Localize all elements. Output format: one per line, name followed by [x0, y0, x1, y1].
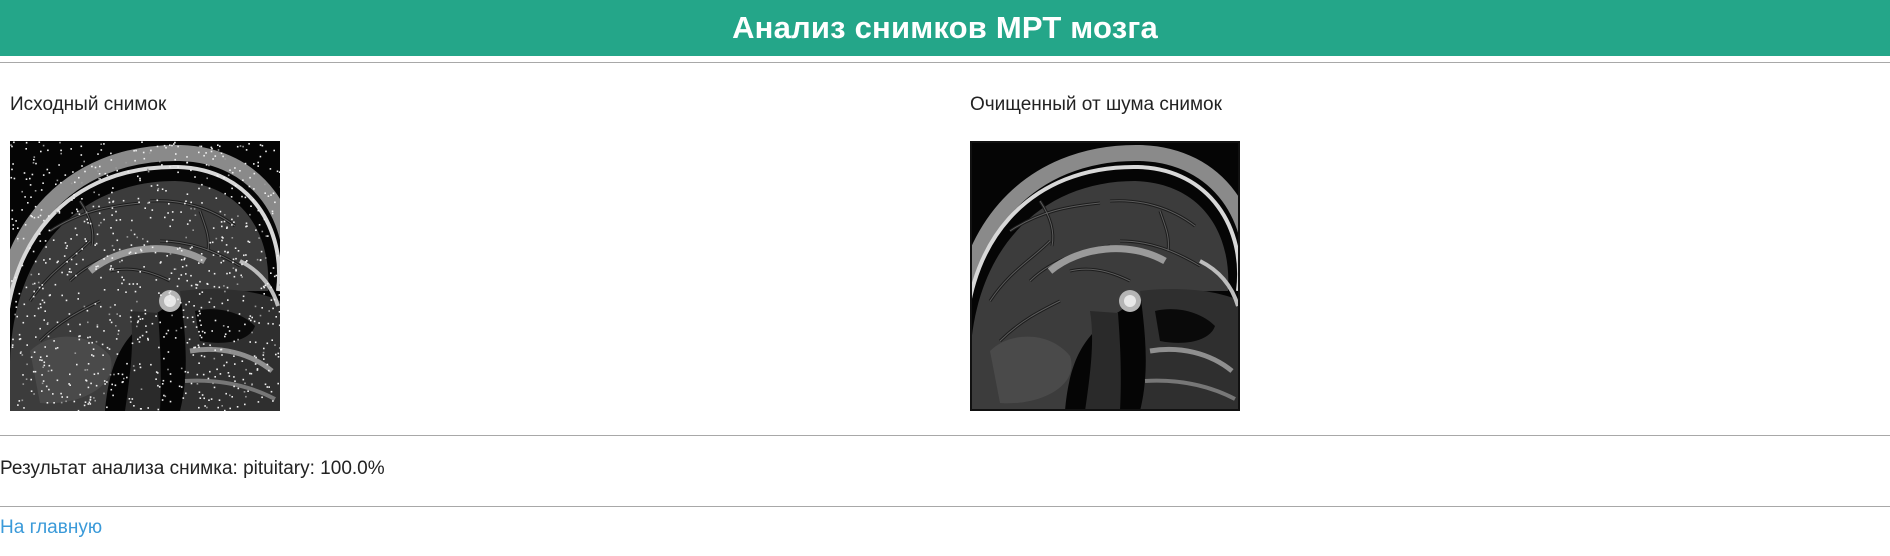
denoised-mri-image [970, 141, 1240, 411]
divider [0, 62, 1890, 63]
original-mri-svg [10, 141, 280, 411]
denoised-image-caption: Очищенный от шума снимок [970, 94, 1222, 115]
page-header: Анализ снимков МРТ мозга [0, 0, 1890, 56]
original-mri-image [10, 141, 280, 411]
denoised-mri-svg [970, 141, 1240, 411]
analysis-result: Результат анализа снимка: pituitary: 100… [0, 458, 385, 479]
original-image-caption: Исходный снимок [10, 94, 167, 115]
page-title: Анализ снимков МРТ мозга [732, 10, 1158, 45]
divider [0, 506, 1890, 507]
divider [0, 435, 1890, 436]
home-link[interactable]: На главную [0, 517, 102, 539]
